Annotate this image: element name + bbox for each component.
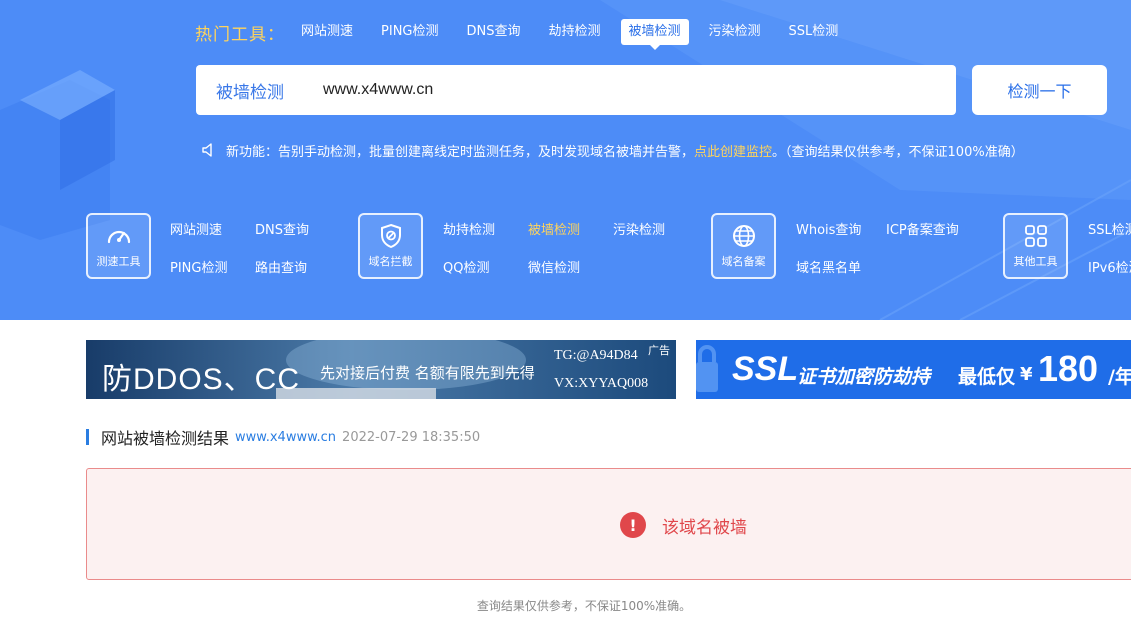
hot-tool-dns[interactable]: DNS查询 xyxy=(459,19,529,45)
hot-tool-site-speed[interactable]: 网站测速 xyxy=(293,19,361,45)
ad-ssl-word: SSL xyxy=(732,350,799,388)
link-dns-query[interactable]: DNS查询 xyxy=(255,219,309,238)
hot-tool-ssl[interactable]: SSL检测 xyxy=(781,19,847,45)
ad-ddos-main-text: 防DDOS、CC xyxy=(102,363,301,396)
link-ping[interactable]: PING检测 xyxy=(170,257,227,276)
ad-ssl-unit: /年 xyxy=(1108,366,1131,388)
hot-tool-hijack[interactable]: 劫持检测 xyxy=(541,19,609,45)
hero-banner: 热门工具： 网站测速 PING检测 DNS查询 劫持检测 被墙检测 污染检测 S… xyxy=(0,0,1131,320)
globe-icon xyxy=(732,225,755,247)
category-box-other[interactable]: 其他工具 xyxy=(1003,213,1068,279)
category-name: 其他工具 xyxy=(1013,255,1058,268)
result-header: 网站被墙检测结果 www.x4www.cn 2022-07-29 18:35:5… xyxy=(86,427,481,448)
category-name: 测速工具 xyxy=(96,255,141,268)
link-route-query[interactable]: 路由查询 xyxy=(255,257,307,276)
ad-ddos-vx: VX:XYYAQ008 xyxy=(554,376,649,391)
error-icon: ! xyxy=(620,512,646,538)
hot-tools-bar: 热门工具： 网站测速 PING检测 DNS查询 劫持检测 被墙检测 污染检测 S… xyxy=(195,18,858,50)
result-domain-link[interactable]: www.x4www.cn xyxy=(235,430,336,445)
link-site-speed[interactable]: 网站测速 xyxy=(170,219,222,238)
ad-banner-ssl[interactable]: SSL 证书加密防劫持 最低仅 ¥ 180 /年 xyxy=(696,340,1131,399)
ad-ssl-text: 证书加密防劫持 xyxy=(797,366,931,388)
link-hijack-check[interactable]: 劫持检测 xyxy=(443,219,495,238)
link-pollution-check[interactable]: 污染检测 xyxy=(613,219,665,238)
category-box-speed[interactable]: 测速工具 xyxy=(86,213,151,279)
hot-tool-wall-check[interactable]: 被墙检测 xyxy=(620,19,689,50)
result-title: 网站被墙检测结果 xyxy=(101,429,230,448)
category-box-block[interactable]: 域名拦截 xyxy=(358,213,423,279)
category-domain-block: 域名拦截 劫持检测 被墙检测 污染检测 QQ检测 微信检测 xyxy=(358,213,665,279)
hot-tools-label: 热门工具： xyxy=(195,24,285,45)
link-qq-check[interactable]: QQ检测 xyxy=(443,257,489,276)
result-panel: ! 该域名被墙 xyxy=(86,468,1131,580)
domain-input[interactable] xyxy=(323,70,923,110)
ad-ddos-sub-text: 先对接后付费 名额有限先到先得 xyxy=(320,364,535,382)
ad-ssl-price: 180 xyxy=(1038,348,1099,389)
grid-icon xyxy=(1024,225,1047,247)
speedometer-icon xyxy=(107,230,130,244)
category-name: 域名拦截 xyxy=(368,255,413,268)
link-wall-check[interactable]: 被墙检测 xyxy=(528,219,580,238)
link-ssl-check[interactable]: SSL检测 xyxy=(1088,219,1131,238)
notice-bar: 新功能：告别手动检测，批量创建离线定时监测任务，及时发现域名被墙并告警， 点此创… xyxy=(200,140,1024,160)
ad-ddos-tg: TG:@A94D84 xyxy=(554,348,638,363)
category-speed-tools: 测速工具 网站测速 DNS查询 PING检测 路由查询 xyxy=(86,213,309,279)
section-bar xyxy=(86,429,89,445)
search-type-label[interactable]: 被墙检测 xyxy=(216,78,323,103)
notice-prefix: 新功能：告别手动检测，批量创建离线定时监测任务，及时发现域名被墙并告警， xyxy=(226,144,695,160)
category-other-tools: 其他工具 SSL检测 IPv6检测 xyxy=(1003,213,1131,279)
create-monitor-link[interactable]: 点此创建监控 xyxy=(694,141,772,160)
ad-tag: 广告 xyxy=(648,344,670,357)
hot-tool-ping[interactable]: PING检测 xyxy=(373,19,446,45)
result-footnote: 查询结果仅供参考，不保证100%准确。 xyxy=(476,599,692,613)
link-icp-query[interactable]: ICP备案查询 xyxy=(886,219,959,238)
category-box-icp[interactable]: 域名备案 xyxy=(711,213,776,279)
notice-suffix: 。（查询结果仅供参考，不保证100%准确） xyxy=(772,144,1024,160)
check-button[interactable]: 检测一下 xyxy=(972,65,1107,115)
ad-banner-ddos[interactable]: 防DDOS、CC 先对接后付费 名额有限先到先得 TG:@A94D84 VX:X… xyxy=(86,340,676,399)
link-whois[interactable]: Whois查询 xyxy=(796,219,861,238)
link-domain-blacklist[interactable]: 域名黑名单 xyxy=(796,257,861,276)
search-box: 被墙检测 xyxy=(196,65,956,115)
category-domain-icp: 域名备案 Whois查询 ICP备案查询 域名黑名单 xyxy=(711,213,959,279)
ad-ssl-price-prefix: 最低仅 xyxy=(958,366,1016,388)
shield-icon xyxy=(380,223,401,249)
link-ipv6-check[interactable]: IPv6检测 xyxy=(1088,257,1131,276)
result-timestamp: 2022-07-29 18:35:50 xyxy=(342,429,481,445)
ad-ssl-currency: ¥ xyxy=(1020,364,1033,385)
result-message: ! 该域名被墙 xyxy=(620,512,747,538)
result-status-text: 该域名被墙 xyxy=(662,517,747,538)
speaker-icon xyxy=(202,143,212,157)
hot-tool-pollution[interactable]: 污染检测 xyxy=(701,19,769,45)
link-wechat-check[interactable]: 微信检测 xyxy=(528,257,580,276)
category-name: 域名备案 xyxy=(721,255,766,268)
